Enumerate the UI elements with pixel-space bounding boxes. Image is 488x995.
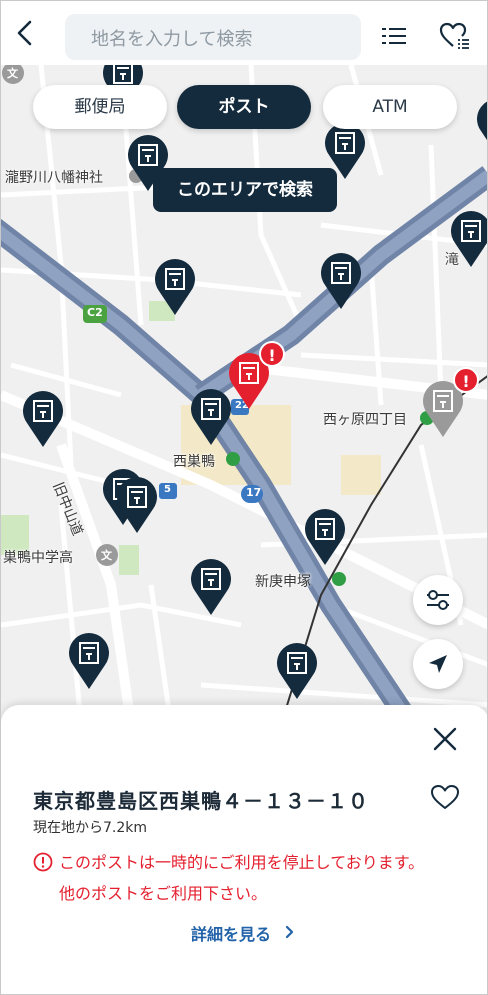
filter-chip-post[interactable]: ポスト xyxy=(177,85,311,129)
post-pin[interactable] xyxy=(275,641,319,701)
map-label-station: 新庚申塚 xyxy=(255,574,311,590)
route-c2-label: C2 xyxy=(87,306,103,319)
chevron-right-icon[interactable] xyxy=(283,922,297,942)
back-icon[interactable] xyxy=(9,17,41,49)
notice-text-line1: このポストは一時的にご利用を停止しております。 xyxy=(59,853,425,872)
school-icon: 文 xyxy=(101,549,112,562)
post-pin[interactable] xyxy=(21,389,65,449)
post-address: 東京都豊島区西巣鴨４－１３－１０ xyxy=(33,789,369,813)
sliders-icon xyxy=(427,590,449,610)
post-pin[interactable] xyxy=(153,257,197,317)
search-this-area-button[interactable]: このエリアで検索 xyxy=(153,168,337,212)
filter-chip-atm[interactable]: ATM xyxy=(323,85,457,129)
post-pin[interactable] xyxy=(115,475,159,535)
app-screen: 地名を入力して検索 C2 17 22 5 文 文 瀧野川八幡神社 西巣鴨 西ヶ原… xyxy=(0,0,488,995)
view-details-link[interactable]: 詳細を見る xyxy=(191,921,271,945)
close-icon[interactable] xyxy=(429,723,461,755)
suspended-alert-badge: ! xyxy=(453,367,479,393)
map-label-school: 巣鴨中学高 xyxy=(3,550,73,566)
school-icon: 文 xyxy=(7,67,18,80)
post-pin[interactable] xyxy=(189,557,233,617)
favorite-heart-icon[interactable] xyxy=(429,781,461,813)
filter-chip-post-office[interactable]: 郵便局 xyxy=(33,85,167,129)
suspended-alert-badge: ! xyxy=(259,341,285,367)
distance-from-current-location: 現在地から7.2km xyxy=(33,820,148,836)
post-pin[interactable] xyxy=(475,97,487,157)
map-label-station: 西巣鴨 xyxy=(173,454,215,470)
map-label-shrine: 瀧野川八幡神社 xyxy=(5,170,103,186)
alert-circle-icon xyxy=(33,852,53,872)
filter-settings-button[interactable] xyxy=(413,575,463,625)
top-bar: 地名を入力して検索 xyxy=(1,1,487,65)
notice-text-line2: 他のポストをご利用下さい。 xyxy=(59,884,268,903)
post-pin[interactable] xyxy=(319,251,363,311)
favorites-list-icon[interactable] xyxy=(438,19,472,53)
current-location-button[interactable] xyxy=(413,639,463,689)
list-view-icon[interactable] xyxy=(379,21,409,51)
map-view[interactable]: C2 17 22 5 文 文 瀧野川八幡神社 西巣鴨 西ヶ原四丁目 旧中山道 巣… xyxy=(1,65,487,725)
post-pin[interactable] xyxy=(303,507,347,567)
post-detail-sheet: 東京都豊島区西巣鴨４－１３－１０ 現在地から7.2km このポストは一時的にご利… xyxy=(1,705,487,994)
search-input[interactable]: 地名を入力して検索 xyxy=(65,14,361,60)
navigation-arrow-icon xyxy=(429,655,447,673)
route-17-label: 17 xyxy=(246,486,262,499)
post-pin[interactable] xyxy=(449,209,487,269)
map-label-nishigahara: 西ヶ原四丁目 xyxy=(323,412,407,428)
route-5-label: 5 xyxy=(164,484,171,495)
post-pin[interactable] xyxy=(67,631,111,691)
